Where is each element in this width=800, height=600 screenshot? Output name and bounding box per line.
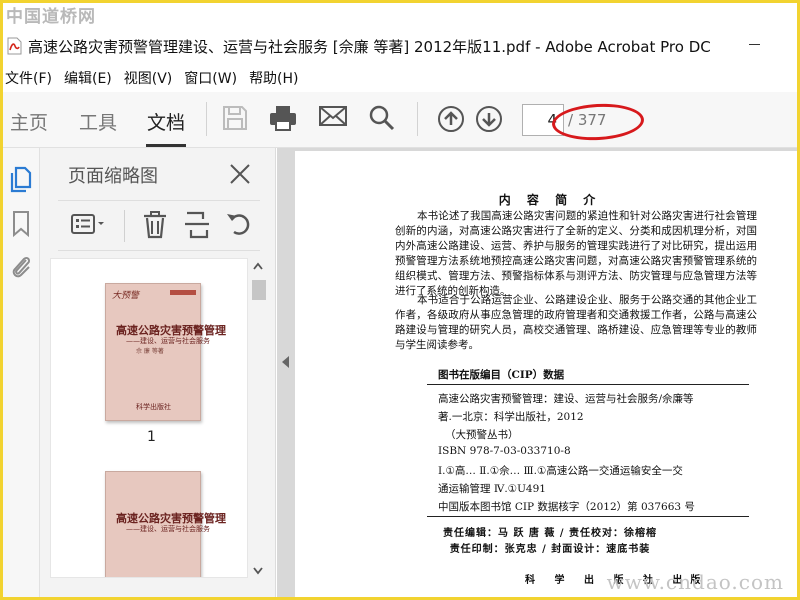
page-thumbnails-icon[interactable] <box>8 166 34 193</box>
tab-tools[interactable]: 工具 <box>79 108 117 135</box>
thumbnail-scrollbar[interactable] <box>250 258 266 578</box>
print-icon[interactable] <box>268 104 298 134</box>
document-page: 内 容 简 介 本书论述了我国高速公路灾害问题的紧迫性和针对公路灾害进行社会管理… <box>295 151 800 600</box>
toolbar: 主页 工具 文档 4 / 377 <box>0 92 800 148</box>
credits-line: 责任印制：张克忠 / 封面设计：速底书装 <box>449 544 651 555</box>
scroll-down-icon[interactable] <box>250 564 266 578</box>
thumbnail-options-icon[interactable] <box>70 210 104 240</box>
cip-line: Ⅰ.①高… Ⅱ.①佘… Ⅲ.①高速公路一交通运输安全一交 <box>438 465 683 477</box>
menu-help[interactable]: 帮助(H) <box>244 68 305 88</box>
panel-title: 页面缩略图 <box>68 166 158 187</box>
menu-file[interactable]: 文件(F) <box>0 68 59 88</box>
cip-line: ISBN 978-7-03-033710-8 <box>438 445 571 457</box>
panel-divider <box>58 250 260 251</box>
menu-view[interactable]: 视图(V) <box>119 68 180 88</box>
scrollbar-thumb[interactable] <box>252 280 266 300</box>
tab-home[interactable]: 主页 <box>10 108 48 135</box>
cip-rule <box>427 516 749 517</box>
thumbnail-authors: 佘 廉 等著 <box>136 348 164 355</box>
next-page-icon[interactable] <box>474 104 504 134</box>
search-icon[interactable] <box>368 104 398 134</box>
rotate-page-icon[interactable] <box>224 210 254 240</box>
cip-line: 通运输管理 Ⅳ.①U491 <box>438 483 546 495</box>
bookmark-icon[interactable] <box>8 210 34 238</box>
credits-line: 责任编辑：马 跃 唐 薇 / 责任校对：徐榕榕 <box>442 528 658 539</box>
page-thumbnail[interactable]: 大预警 高速公路灾害预警管理 ——建设、运营与社会服务 佘 廉 等著 科学出版社 <box>105 283 226 421</box>
thumbnail-subtitle: ——建设、运营与社会服务 <box>126 337 210 345</box>
collapse-panel-arrow[interactable] <box>282 356 289 368</box>
thumbnail-page-number: 1 <box>147 429 156 445</box>
paragraph: 本书适合于公路运营企业、公路建设企业、服务于公路交通的其他企业工作者，各级政府从… <box>395 294 757 351</box>
window-title: 高速公路灾害预警管理建设、运营与社会服务 [佘廉 等著] 2012年版11.pd… <box>28 37 711 56</box>
paragraph: 本书论述了我国高速公路灾害问题的紧迫性和针对公路灾害进行社会管理创新的内涵，对高… <box>395 210 757 297</box>
email-icon[interactable] <box>318 104 348 134</box>
thumbnail-list: 大预警 高速公路灾害预警管理 ——建设、运营与社会服务 佘 廉 等著 科学出版社… <box>50 258 248 578</box>
navigation-rail <box>0 148 40 600</box>
active-tab-indicator <box>146 144 186 147</box>
page-heading: 内 容 简 介 <box>498 193 602 207</box>
delete-page-icon[interactable] <box>141 210 171 240</box>
thumbnail-decor-bar <box>170 290 196 295</box>
previous-page-icon[interactable] <box>436 104 466 134</box>
close-icon[interactable] <box>228 162 252 186</box>
watermark-top: 中国道桥网 <box>6 7 96 27</box>
menu-edit[interactable]: 编辑(E) <box>59 68 119 88</box>
scroll-up-icon[interactable] <box>250 259 266 273</box>
toolbar-separator <box>206 102 207 136</box>
panel-divider <box>58 200 260 201</box>
minimize-button[interactable] <box>749 44 760 45</box>
panel-tool-separator <box>124 210 125 242</box>
page-thumbnail[interactable]: 高速公路灾害预警管理 ——建设、运营与社会服务 <box>105 471 226 577</box>
thumbnail-series-mark: 大预警 <box>112 291 140 301</box>
title-bar: 高速公路灾害预警管理建设、运营与社会服务 [佘廉 等著] 2012年版11.pd… <box>0 30 800 62</box>
cip-line: 中国版本图书馆 CIP 数据核字（2012）第 037663 号 <box>438 501 695 513</box>
save-icon[interactable] <box>221 104 251 134</box>
document-viewer[interactable]: 内 容 简 介 本书论述了我国高速公路灾害问题的紧迫性和针对公路灾害进行社会管理… <box>277 148 800 600</box>
cip-rule <box>427 384 749 385</box>
cip-line: （大预警丛书） <box>445 429 519 441</box>
watermark-bottom: www.cndao.com <box>606 570 784 594</box>
thumbnail-publisher: 科学出版社 <box>136 403 171 411</box>
cip-line: 著.一北京：科学出版社，2012 <box>438 411 584 423</box>
extract-pages-icon[interactable] <box>183 210 213 240</box>
menu-bar: 文件(F) 编辑(E) 视图(V) 窗口(W) 帮助(H) <box>0 66 306 90</box>
toolbar-separator <box>417 102 418 136</box>
page-thumbnails-panel: 页面缩略图 大预警 高速公路灾害预警管理 ——建设、运营与社会服务 佘 廉 等著… <box>40 148 276 600</box>
cip-title: 图书在版编目（CIP）数据 <box>438 369 565 381</box>
attachment-icon[interactable] <box>8 252 34 278</box>
tab-document[interactable]: 文档 <box>147 108 185 135</box>
menu-window[interactable]: 窗口(W) <box>179 68 244 88</box>
acrobat-pdf-icon <box>6 37 22 55</box>
thumbnail-subtitle: ——建设、运营与社会服务 <box>126 525 210 533</box>
cip-line: 高速公路灾害预警管理：建设、运营与社会服务/佘廉等 <box>438 393 694 405</box>
